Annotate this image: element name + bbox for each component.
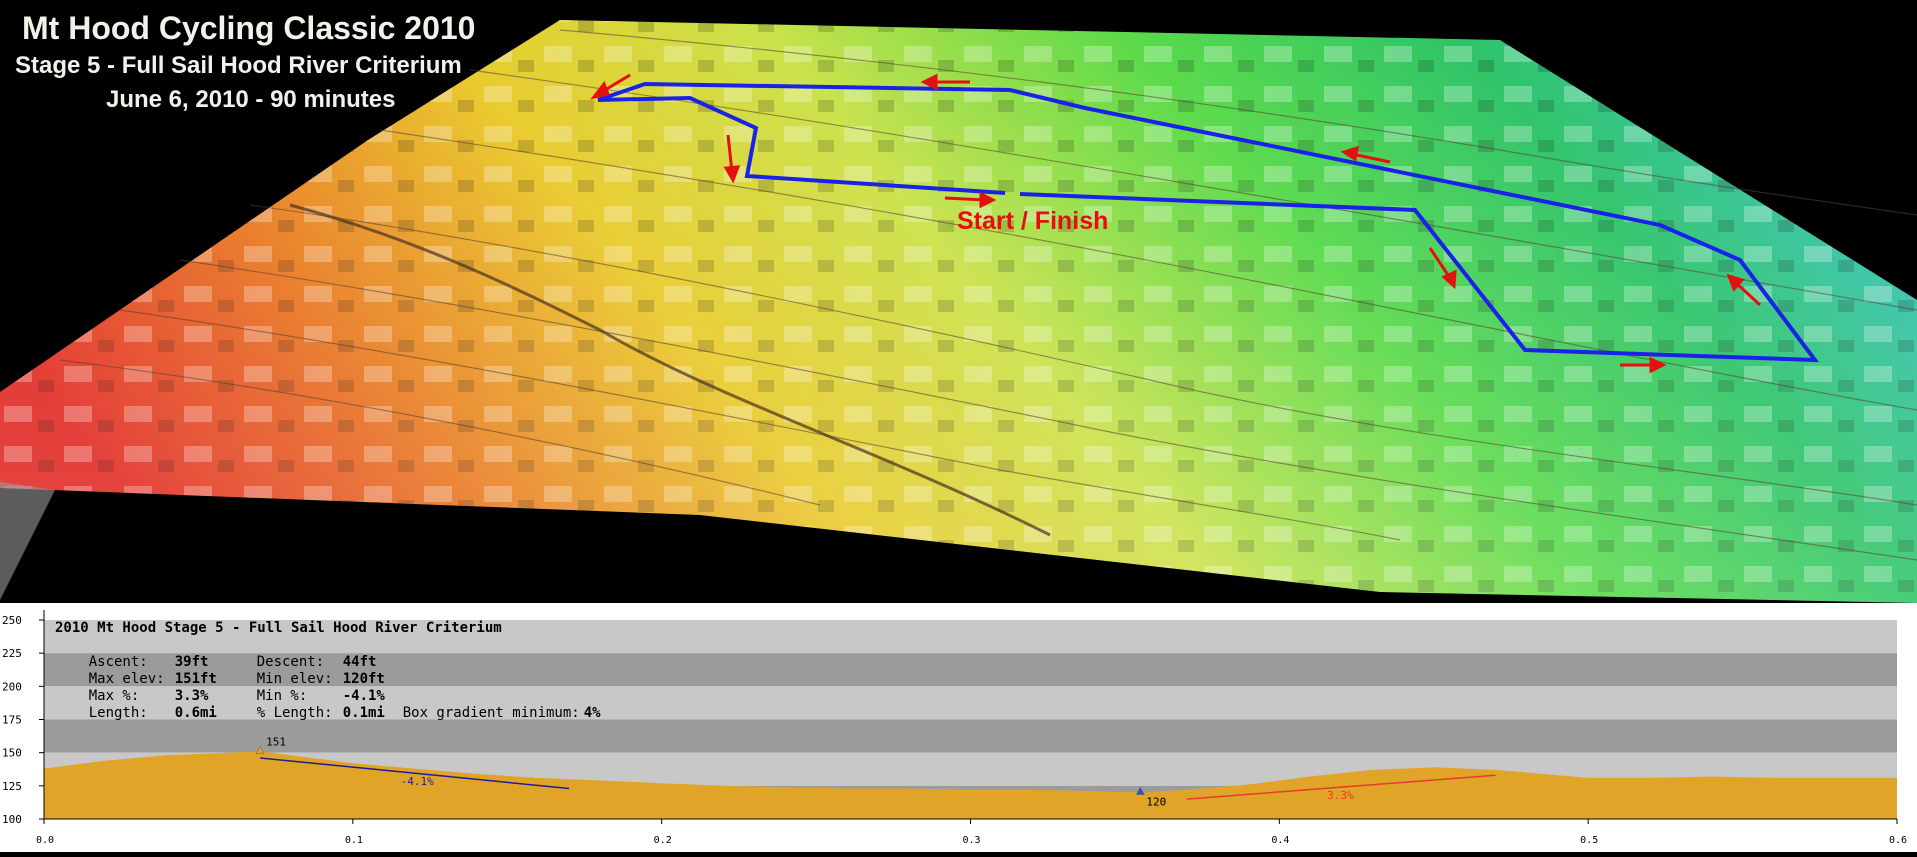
max-elev-value: 151ft [174, 671, 217, 687]
min-pct-label: Min %: [256, 688, 308, 704]
max-pct-value: 3.3% [174, 688, 209, 704]
profile-stats: 2010 Mt Hood Stage 5 - Full Sail Hood Ri… [55, 620, 601, 721]
x-tick-label: 0.6 [1889, 835, 1907, 846]
pct-length-label: % Length: [256, 705, 333, 721]
x-tick-label: 0.1 [345, 835, 363, 846]
y-tick-label: 100 [2, 813, 22, 826]
ascent-value: 39ft [174, 654, 209, 670]
elevation-annotation: 120 [1146, 795, 1166, 808]
y-tick-label: 250 [2, 614, 22, 627]
x-tick-label: 0.4 [1271, 835, 1289, 846]
stage-title: Stage 5 - Full Sail Hood River Criterium [15, 52, 462, 79]
map-title-block: Mt Hood Cycling Classic 2010 Stage 5 - F… [0, 0, 560, 130]
x-tick-label: 0.3 [963, 835, 981, 846]
grade-segment-label: 3.3% [1327, 789, 1354, 802]
box-gradient-label: Box gradient minimum: [402, 705, 580, 721]
grade-segment-label: -4.1% [401, 775, 434, 788]
x-tick-label: 0.2 [654, 835, 672, 846]
descent-label: Descent: [256, 654, 325, 670]
box-gradient-value: 4% [583, 705, 601, 721]
length-value: 0.6mi [174, 705, 217, 721]
min-pct-value: -4.1% [342, 688, 385, 704]
ascent-label: Ascent: [88, 654, 148, 670]
y-tick-label: 225 [2, 647, 22, 660]
max-pct-label: Max %: [88, 688, 140, 704]
x-tick-label: 0.0 [36, 835, 54, 846]
profile-title: 2010 Mt Hood Stage 5 - Full Sail Hood Ri… [55, 620, 502, 636]
pct-length-value: 0.1mi [342, 705, 385, 721]
max-elev-label: Max elev: [88, 671, 165, 687]
profile-band [44, 719, 1897, 753]
stage-date: June 6, 2010 - 90 minutes [106, 86, 396, 113]
min-elev-value: 120ft [342, 671, 385, 687]
descent-value: 44ft [342, 654, 377, 670]
length-label: Length: [88, 705, 148, 721]
elevation-annotation: 151 [266, 735, 286, 748]
y-tick-label: 125 [2, 780, 22, 793]
y-tick-label: 175 [2, 714, 22, 727]
event-title: Mt Hood Cycling Classic 2010 [22, 10, 476, 46]
y-tick-label: 200 [2, 680, 22, 693]
y-tick-label: 150 [2, 747, 22, 760]
start-finish-label: Start / Finish [957, 207, 1109, 235]
x-tick-label: 0.5 [1580, 835, 1598, 846]
min-elev-label: Min elev: [256, 671, 333, 687]
